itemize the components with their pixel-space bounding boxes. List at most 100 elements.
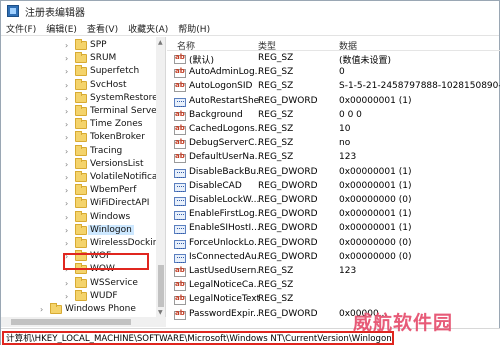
value-row[interactable]: (默认) REG_SZ (数值未设置) [167,52,500,66]
tree-item[interactable]: › Time Zones [1,118,156,132]
scroll-up-arrow-icon[interactable]: ▲ [158,39,163,46]
tree-item-label: Superfetch [90,66,140,77]
tree-item-label: WUDF [90,290,118,301]
expand-chevron-icon[interactable]: › [65,160,73,169]
value-row[interactable]: IsConnectedAu... REG_DWORD 0x00000000 (0) [167,251,500,265]
tree-item[interactable]: › VersionsList [1,157,156,172]
value-data: 123 [339,152,357,163]
value-name: LegalNoticeCa... [189,280,259,291]
expand-chevron-icon[interactable]: › [65,174,73,182]
value-type: REG_SZ [258,109,294,120]
value-row[interactable]: CachedLogons...REG_SZ 10 [167,123,500,137]
string-value-icon [174,152,186,164]
tree-scroll-thumb[interactable] [158,265,164,307]
string-value-icon [174,280,186,292]
dword-value-icon [174,225,186,235]
registry-path: 计算机\HKEY_LOCAL_MACHINE\SOFTWARE\Microsof… [2,331,394,345]
value-row[interactable]: EnableSIHostI... REG_DWORD 0x00000001 (1) [167,222,500,236]
menu-bar: 文件(F) 编辑(E) 查看(V) 收藏夹(A) 帮助(H) [1,21,499,36]
expand-chevron-icon[interactable]: › [65,187,73,195]
tree-item[interactable]: › WUDF [1,289,156,304]
menu-edit[interactable]: 编辑(E) [41,22,82,35]
value-type: REG_SZ [258,124,294,134]
value-row[interactable]: DisableBackBu... REG_DWORD 0x00000001 (1) [167,166,500,180]
registry-tree-pane[interactable]: › SPP › SRUM › Superfetch › SvcHost › SystemResto… [1,37,166,318]
expand-chevron-icon[interactable]: › [65,108,73,116]
tree-item-windows-phone[interactable]: › Windows Phone [1,303,156,317]
expand-chevron-icon[interactable]: › [65,121,73,129]
expand-chevron-icon[interactable]: › [65,240,73,248]
value-type: REG_SZ [258,294,294,305]
tree-item[interactable]: › Tracing [1,144,156,159]
value-name: AutoAdminLog... [189,67,259,78]
menu-view[interactable]: 查看(V) [82,22,123,35]
value-row[interactable]: LastUsedUsern...REG_SZ 123 [167,265,500,279]
column-header-type[interactable]: 类型 [258,39,276,52]
value-row[interactable]: LegalNoticeCa...REG_SZ [167,279,500,293]
folder-icon [75,276,87,288]
value-row[interactable]: Background REG_SZ 0 0 0 [167,109,500,123]
string-value-icon [174,138,186,150]
tree-item[interactable]: › SvcHost [1,78,156,93]
column-header-data[interactable]: 数据 [339,39,357,52]
tree-item-label: WSService [90,277,138,288]
value-data: 0x00000000 (0) [339,195,412,205]
expand-chevron-icon[interactable]: › [65,226,73,235]
tree-horizontal-scroll-thumb[interactable] [11,319,131,325]
expand-chevron-icon[interactable]: › [65,213,73,222]
expand-chevron-icon[interactable]: › [65,94,73,103]
tree-item[interactable]: › Superfetch [1,65,156,79]
tree-item[interactable]: › Winlogon [1,223,156,238]
value-type: REG_DWORD [258,223,318,234]
tree-item[interactable]: › TokenBroker [1,131,156,145]
expand-chevron-icon[interactable]: › [65,42,73,50]
tree-item[interactable]: › WbemPerf [1,184,156,198]
value-row[interactable]: AutoAdminLog...REG_SZ 0 [167,66,500,80]
tree-item-label: Winlogon [88,224,134,235]
value-name: CachedLogons... [189,124,259,134]
tree-item[interactable]: › Terminal Server [1,105,160,119]
registry-values-pane[interactable]: 名称 类型 数据 (默认)REG_SZ(数值未设置)AutoAdminLog..… [167,37,500,327]
tree-item-label: Tracing [90,145,123,156]
value-type: REG_SZ [258,280,294,291]
expand-chevron-icon[interactable]: › [65,292,73,301]
value-row[interactable]: ForceUnlockLo... REG_DWORD 0x00000000 (0) [167,237,500,251]
column-header-name[interactable]: 名称 [177,39,195,52]
expand-chevron-icon[interactable]: › [65,200,73,208]
menu-favorites[interactable]: 收藏夹(A) [123,22,173,35]
tree-item[interactable]: › WiFiDirectAPI [1,197,156,211]
tree-item[interactable]: › WirelessDocking [1,237,164,251]
tree-item[interactable]: › Windows [1,210,156,225]
value-row[interactable]: DisableCAD REG_DWORD 0x00000001 (1) [167,180,500,194]
value-row[interactable]: DebugServerC...REG_SZ no [167,137,500,151]
tree-item[interactable]: › SPP [1,39,156,53]
scroll-down-arrow-icon[interactable]: ▼ [158,309,163,316]
tree-item[interactable]: › VolatileNotificati [1,171,163,185]
value-row[interactable]: AutoRestartShell REG_DWORD 0x00000001 (1) [167,95,500,109]
value-row[interactable]: AutoLogonSID REG_SZ S-1-5-21-2458797888-10… [167,80,500,94]
folder-icon [75,223,87,235]
value-type: REG_SZ [258,67,294,78]
expand-chevron-icon[interactable]: › [65,81,73,90]
expand-chevron-icon[interactable]: › [65,147,73,156]
expand-chevron-icon[interactable]: › [65,55,73,63]
tree-item[interactable]: › SystemRestore [1,91,158,106]
value-data: 0x00000001 (1) [339,166,412,177]
menu-file[interactable]: 文件(F) [1,22,41,35]
tree-item[interactable]: › SRUM [1,52,156,66]
value-row[interactable]: EnableFirstLog... REG_DWORD 0x00000001 (1) [167,208,500,222]
expand-chevron-icon[interactable]: › [65,68,73,76]
value-row[interactable]: DisableLockW... REG_DWORD 0x00000000 (0) [167,194,500,208]
value-row[interactable]: DefaultUserNa...REG_SZ 123 [167,151,500,165]
value-type: REG_SZ [258,138,294,149]
tree-item-label: Windows Phone [65,304,136,314]
expand-chevron-icon[interactable]: › [65,279,73,288]
tree-item[interactable]: › WSService [1,276,156,291]
value-data: 0x00000000 (0) [339,251,412,262]
value-row[interactable]: LegalNoticeTextREG_SZ [167,293,500,307]
menu-help[interactable]: 帮助(H) [173,22,215,35]
expand-chevron-icon[interactable]: › [40,306,48,314]
value-name: EnableFirstLog... [189,209,259,220]
string-value-icon [174,53,186,64]
expand-chevron-icon[interactable]: › [65,134,73,142]
